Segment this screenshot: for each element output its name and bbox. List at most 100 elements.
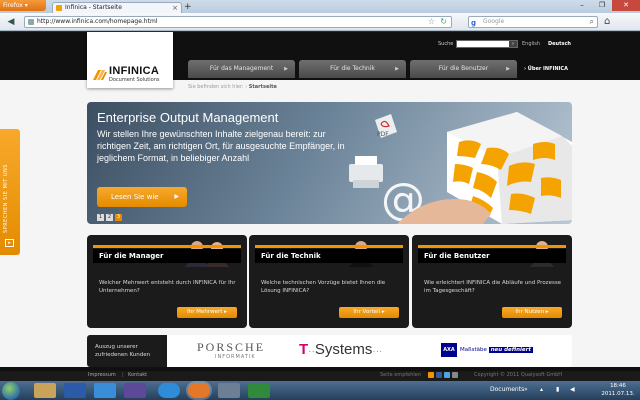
browser-navbar: ◀ http://www.infinica.com/homepage.html … — [0, 13, 640, 31]
card-button-nutzen[interactable]: Ihr Nutzen ▸ — [502, 307, 562, 318]
clock-time: 18:46 — [610, 383, 626, 389]
site-identity-icon[interactable] — [28, 19, 34, 25]
nav-management-label: Für das Management — [209, 65, 274, 72]
favicon-icon — [56, 5, 62, 11]
minimize-icon[interactable]: – — [572, 0, 592, 11]
tsystems-t: T — [299, 341, 309, 358]
card-accent-bar — [418, 245, 566, 248]
slide-pager-3[interactable]: 3 — [115, 214, 122, 221]
pdf-label: PDF — [377, 131, 389, 138]
lang-english[interactable]: English — [522, 41, 540, 47]
logo-subtitle: Document Solutions — [109, 77, 160, 83]
recommend-link[interactable]: Seite empfehlen — [380, 372, 421, 378]
customer-logos: Auszug unserer zufriedenen Kunden PORSCH… — [87, 335, 572, 367]
read-more-button[interactable]: Lesen Sie wie ▶ — [97, 187, 187, 207]
axa-logo[interactable]: AXA — [441, 343, 457, 357]
card-title: Für die Manager — [93, 249, 241, 263]
url-bar[interactable]: http://www.infinica.com/homepage.html ☆ … — [24, 16, 452, 28]
firefox-menu-label: Firefox — [3, 2, 23, 9]
toolbar-expand-icon[interactable]: » — [524, 386, 528, 393]
search-icon[interactable]: ⌕ — [590, 17, 594, 27]
clock-date: 2011.07.13. — [601, 391, 635, 397]
card-title: Für die Benutzer — [418, 249, 566, 263]
internet-explorer-icon[interactable] — [158, 383, 180, 398]
hero-illustration: PDF @ — [349, 112, 572, 224]
tray-arrow-icon[interactable]: ▴ — [540, 386, 543, 393]
nav-technik[interactable]: Für die Technik ▶ — [299, 60, 406, 78]
rss-icon[interactable] — [428, 372, 434, 378]
card-text: Wie erleichtert INFINICA die Abläufe und… — [424, 280, 562, 294]
back-icon[interactable]: ◀ — [4, 16, 18, 28]
lang-deutsch[interactable]: Deutsch — [548, 41, 571, 47]
explorer-icon[interactable] — [34, 383, 56, 398]
maximize-icon[interactable]: ❐ — [592, 0, 612, 11]
search-bar[interactable]: g Google ⌕ — [468, 16, 598, 28]
volume-icon[interactable]: ◀ — [570, 386, 575, 393]
start-button[interactable] — [2, 382, 20, 400]
close-tab-icon[interactable]: × — [172, 3, 178, 13]
logo-mark-icon — [93, 70, 107, 80]
browser-titlebar: Firefox ▾ Infinica - Startseite × + – ❐ … — [0, 0, 640, 13]
documents-toolbar[interactable]: Documents — [490, 386, 524, 393]
facebook-icon[interactable] — [436, 372, 442, 378]
footer-separator: | — [122, 372, 124, 378]
home-icon[interactable]: ⌂ — [604, 16, 610, 28]
browser-tab[interactable]: Infinica - Startseite × — [52, 2, 182, 13]
breadcrumb-current: Startseite — [248, 84, 277, 90]
card-button-label: Ihr Vorteil — [353, 309, 381, 315]
nav-management[interactable]: Für das Management ▶ — [188, 60, 295, 78]
slide-pager-1[interactable]: 1 — [97, 214, 104, 221]
twitter-icon[interactable] — [444, 372, 450, 378]
nav-technik-label: Für die Technik — [330, 65, 375, 72]
site-search-button[interactable]: › — [509, 41, 517, 47]
tab-title: Infinica - Startseite — [65, 4, 122, 11]
nav-benutzer[interactable]: Für die Benutzer ▶ — [410, 60, 517, 78]
windows-taskbar: Documents » ▴ ▮ ◀ 18:46 2011.07.13. — [0, 381, 640, 400]
card-text: Welcher Mehrwert entsteht durch INFINICA… — [99, 280, 236, 294]
site-footer: Impressum | Kontakt Seite empfehlen Copy… — [0, 371, 640, 381]
tsystems-name: Systems — [314, 341, 373, 358]
porsche-logo[interactable]: PORSCHE — [197, 340, 265, 355]
card-button-label: Ihr Mehrwert — [187, 309, 223, 315]
email-icon[interactable] — [452, 372, 458, 378]
tsystems-logo[interactable]: T··Systems··· — [299, 341, 382, 358]
card-text: Welche technischen Vorzüge bietet Ihnen … — [261, 280, 386, 294]
word-icon[interactable] — [64, 383, 86, 398]
close-window-icon[interactable]: ✕ — [612, 0, 640, 11]
card-button-mehrwert[interactable]: Ihr Mehrwert ▸ — [177, 307, 237, 318]
tsystems-dots-left: ·· — [308, 346, 315, 357]
search-placeholder: Google — [483, 18, 505, 25]
hero-title: Enterprise Output Management — [97, 110, 279, 125]
nav-about[interactable]: › Über INFINICA — [524, 66, 568, 72]
impressum-link[interactable]: Impressum — [88, 372, 116, 378]
hero-text: Wir stellen Ihre gewünschten Inhalte zie… — [97, 129, 345, 163]
chevron-right-icon: ▶ — [174, 193, 179, 200]
reload-icon[interactable]: ↻ — [440, 17, 447, 27]
app-icon[interactable] — [124, 383, 146, 398]
card-button-label: Ihr Nutzen — [515, 309, 545, 315]
customers-label: Auszug unserer zufriedenen Kunden — [87, 335, 167, 367]
contact-side-tab[interactable]: SPRECHEN SIE MIT UNS ▸ — [0, 129, 20, 255]
explorer-window-icon[interactable] — [218, 383, 240, 398]
firefox-icon[interactable] — [188, 383, 210, 398]
card-button-vorteil[interactable]: Ihr Vorteil ▸ — [339, 307, 399, 318]
breadcrumb-prefix: Sie befinden sich hier: — [188, 84, 244, 90]
new-tab-button[interactable]: + — [184, 2, 192, 12]
google-icon[interactable]: g — [471, 18, 476, 28]
site-logo[interactable]: INFINICA Document Solutions — [87, 32, 173, 88]
url-text: http://www.infinica.com/homepage.html — [37, 18, 158, 25]
chevron-right-icon: ▶ — [395, 66, 399, 72]
kontakt-link[interactable]: Kontakt — [128, 372, 147, 378]
axa-slogan-text: Maßstäbe — [460, 347, 487, 353]
outlook-icon[interactable] — [94, 383, 116, 398]
axa-slogan: Maßstäbe neu definiert — [460, 347, 533, 353]
excel-icon[interactable] — [248, 383, 270, 398]
clock[interactable]: 18:46 2011.07.13. — [600, 382, 636, 398]
breadcrumb: Sie befinden sich hier: › Startseite — [188, 84, 277, 90]
hero-banner: PDF @ Enterprise Output Management Wir s… — [87, 102, 572, 224]
bookmark-star-icon[interactable]: ☆ — [428, 17, 435, 27]
network-icon[interactable]: ▮ — [556, 386, 559, 393]
firefox-menu-button[interactable]: Firefox ▾ — [0, 0, 46, 11]
slide-pager-2[interactable]: 2 — [106, 214, 113, 221]
nav-benutzer-label: Für die Benutzer — [438, 65, 489, 72]
